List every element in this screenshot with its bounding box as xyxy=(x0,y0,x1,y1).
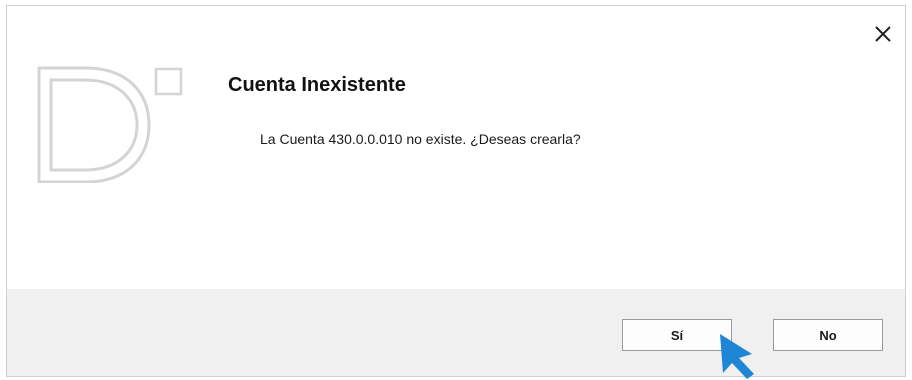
mouse-pointer-icon xyxy=(720,334,754,379)
dialog-footer: Sí No xyxy=(7,289,905,376)
confirm-dialog: Cuenta Inexistente La Cuenta 430.0.0.010… xyxy=(6,5,906,377)
app-logo-icon xyxy=(37,66,183,183)
close-button[interactable] xyxy=(869,20,897,48)
no-button[interactable]: No xyxy=(773,319,883,351)
close-icon xyxy=(875,26,891,42)
dialog-title: Cuenta Inexistente xyxy=(228,74,406,96)
dialog-message: La Cuenta 430.0.0.010 no existe. ¿Deseas… xyxy=(260,131,581,147)
